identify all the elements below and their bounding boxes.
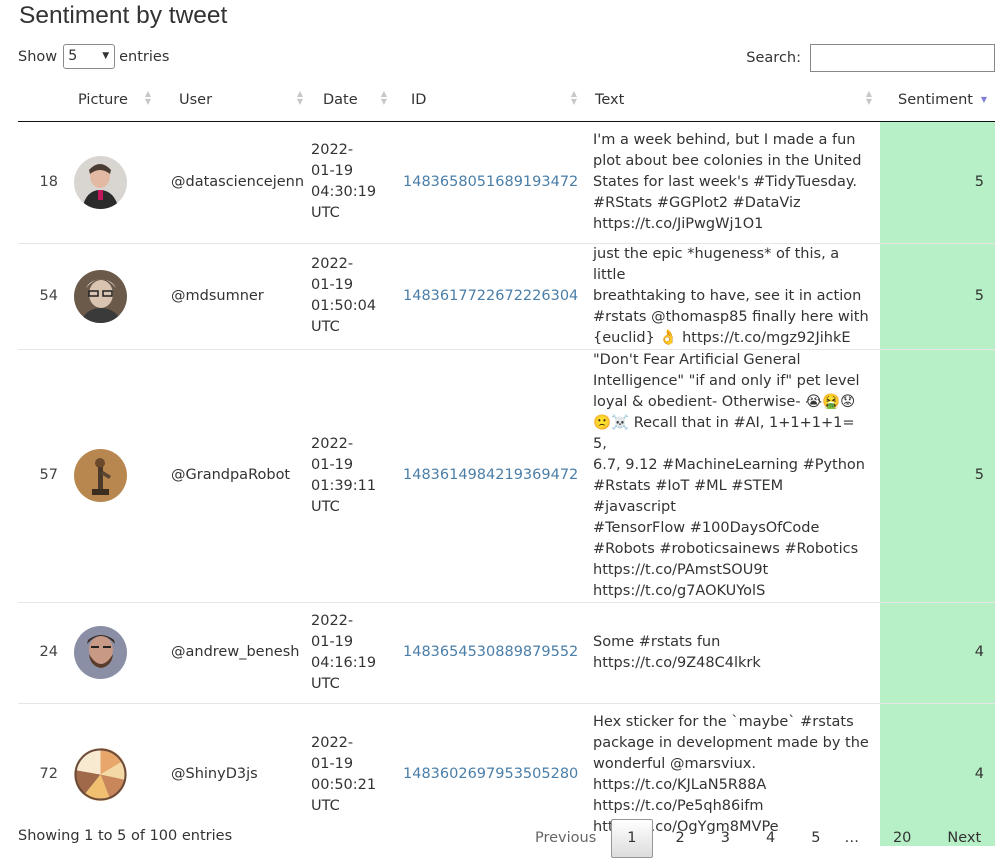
pagination: Previous 1 2 3 4 5 … 20 Next: [520, 819, 994, 858]
page-button-3[interactable]: 3: [708, 819, 743, 858]
id-cell: 1483614984219369472: [395, 348, 585, 602]
row-number: 57: [18, 348, 66, 602]
search-control: Search:: [746, 44, 995, 72]
picture-cell: [66, 121, 159, 243]
tweet-id-link[interactable]: 1483654530889879552: [403, 644, 578, 660]
page-button-5[interactable]: 5: [798, 819, 833, 858]
sort-icon: ▲ ▼: [865, 89, 872, 106]
next-button[interactable]: Next: [934, 819, 994, 858]
search-input[interactable]: [810, 44, 995, 72]
header-row: Picture ▲ ▼ User ▲ ▼ Date ▲ ▼ ID ▲ ▼ Text ▲ ▼ Sent…: [18, 79, 995, 122]
column-header-text[interactable]: Text ▲ ▼: [585, 79, 880, 122]
column-header-id[interactable]: ID ▲ ▼: [395, 79, 585, 122]
tweet-id-link[interactable]: 1483614984219369472: [403, 467, 578, 483]
page-title: Sentiment by tweet: [19, 2, 228, 29]
column-label: Sentiment: [898, 91, 973, 108]
row-number: 54: [18, 242, 66, 349]
text-cell: I'm a week behind, but I made a fun plot …: [593, 131, 862, 232]
avatar: [74, 155, 127, 209]
text-cell: "Don't Fear Artificial General Intelligen…: [585, 348, 880, 602]
tweet-id-link[interactable]: 1483617722672226304: [403, 288, 578, 304]
column-header-row-number: [18, 79, 66, 122]
avatar: [74, 748, 127, 802]
table-info: Showing 1 to 5 of 100 entries: [18, 828, 233, 844]
column-label: Text: [595, 91, 625, 108]
page-length-value: 5: [68, 48, 78, 64]
sort-icon: ▲ ▼: [296, 89, 303, 106]
pagination-ellipsis: …: [844, 830, 859, 846]
picture-cell: [66, 242, 159, 349]
avatar: [74, 269, 127, 323]
user-cell: @datasciencejenn: [171, 173, 305, 190]
date-cell: 2022- 01-19 01:39:11 UTC: [311, 348, 395, 602]
table-row: 18 @datasciencejenn 2022- 01-19 04:30:19 UT…: [18, 121, 995, 243]
page-button-4[interactable]: 4: [753, 819, 788, 858]
row-number: 18: [39, 173, 58, 190]
show-label: Show: [18, 48, 58, 65]
text-cell: just the epic *hugeness* of this, a litt…: [585, 242, 880, 349]
column-header-sentiment[interactable]: Sentiment ▼: [880, 79, 995, 122]
column-header-user[interactable]: User ▲ ▼: [159, 79, 311, 122]
sort-icon: ▲ ▼: [380, 89, 387, 106]
search-label: Search:: [746, 50, 801, 66]
page-button-2[interactable]: 2: [663, 819, 698, 858]
sentiment-cell: 4: [880, 601, 995, 703]
column-label: Date: [323, 91, 358, 108]
entries-label: entries: [119, 48, 170, 65]
sort-icon: ▲ ▼: [144, 89, 151, 106]
sentiment-cell: 5: [880, 242, 995, 349]
id-cell: 1483654530889879552: [395, 601, 585, 703]
user-cell: @andrew_benesh: [159, 601, 311, 703]
page-length-control: Show 5 ▼ entries: [18, 44, 169, 69]
picture-cell: [66, 601, 159, 703]
id-cell: 1483617722672226304: [395, 242, 585, 349]
column-label: Picture: [78, 91, 128, 108]
row-number: 72: [18, 702, 66, 846]
table-row: 54 @mdsumner 2022- 01-19 01:50:04 UTC 14836…: [18, 242, 995, 349]
page-button-20[interactable]: 20: [880, 819, 924, 858]
table-row: 57 @GrandpaRobot 2022- 01-19 01:39:11 UTC 1…: [18, 348, 995, 602]
table-row: 24 @andrew_benesh 2022- 01-19 04:16:19 UTC …: [18, 601, 995, 703]
tweet-id-link[interactable]: 1483602697953505280: [403, 766, 578, 782]
picture-cell: [66, 702, 159, 846]
date-cell: 2022- 01-19 04:30:19 UTC: [311, 142, 377, 221]
column-label: ID: [411, 91, 427, 108]
user-cell: @ShinyD3js: [159, 702, 311, 846]
date-cell: 2022- 01-19 04:16:19 UTC: [311, 601, 395, 703]
column-header-picture[interactable]: Picture ▲ ▼: [66, 79, 159, 122]
chevron-down-icon: ▼: [102, 51, 110, 61]
id-cell: 1483658051689193472: [395, 121, 585, 243]
sort-desc-icon: ▼: [980, 95, 987, 104]
sentiment-cell: 5: [880, 348, 995, 602]
sentiment-cell: 5: [880, 121, 995, 243]
sort-icon: ▲ ▼: [570, 89, 577, 106]
avatar: [74, 626, 127, 679]
previous-button[interactable]: Previous: [520, 819, 611, 858]
page-length-select[interactable]: 5 ▼: [63, 44, 116, 69]
page-button-1[interactable]: 1: [611, 819, 653, 858]
text-cell: Some #rstats fun https://t.co/9Z48C4lkrk: [585, 601, 880, 703]
date-cell: 2022- 01-19 00:50:21 UTC: [311, 702, 395, 846]
picture-cell: [66, 348, 159, 602]
date-cell: 2022- 01-19 01:50:04 UTC: [311, 242, 395, 349]
avatar: [74, 449, 127, 502]
user-cell: @GrandpaRobot: [159, 348, 311, 602]
row-number: 24: [18, 601, 66, 703]
tweets-table: Picture ▲ ▼ User ▲ ▼ Date ▲ ▼ ID ▲ ▼ Text ▲ ▼ Sent…: [18, 79, 995, 846]
tweet-id-link[interactable]: 1483658051689193472: [403, 174, 578, 190]
column-header-date[interactable]: Date ▲ ▼: [311, 79, 395, 122]
user-cell: @mdsumner: [159, 242, 311, 349]
column-label: User: [179, 91, 213, 108]
